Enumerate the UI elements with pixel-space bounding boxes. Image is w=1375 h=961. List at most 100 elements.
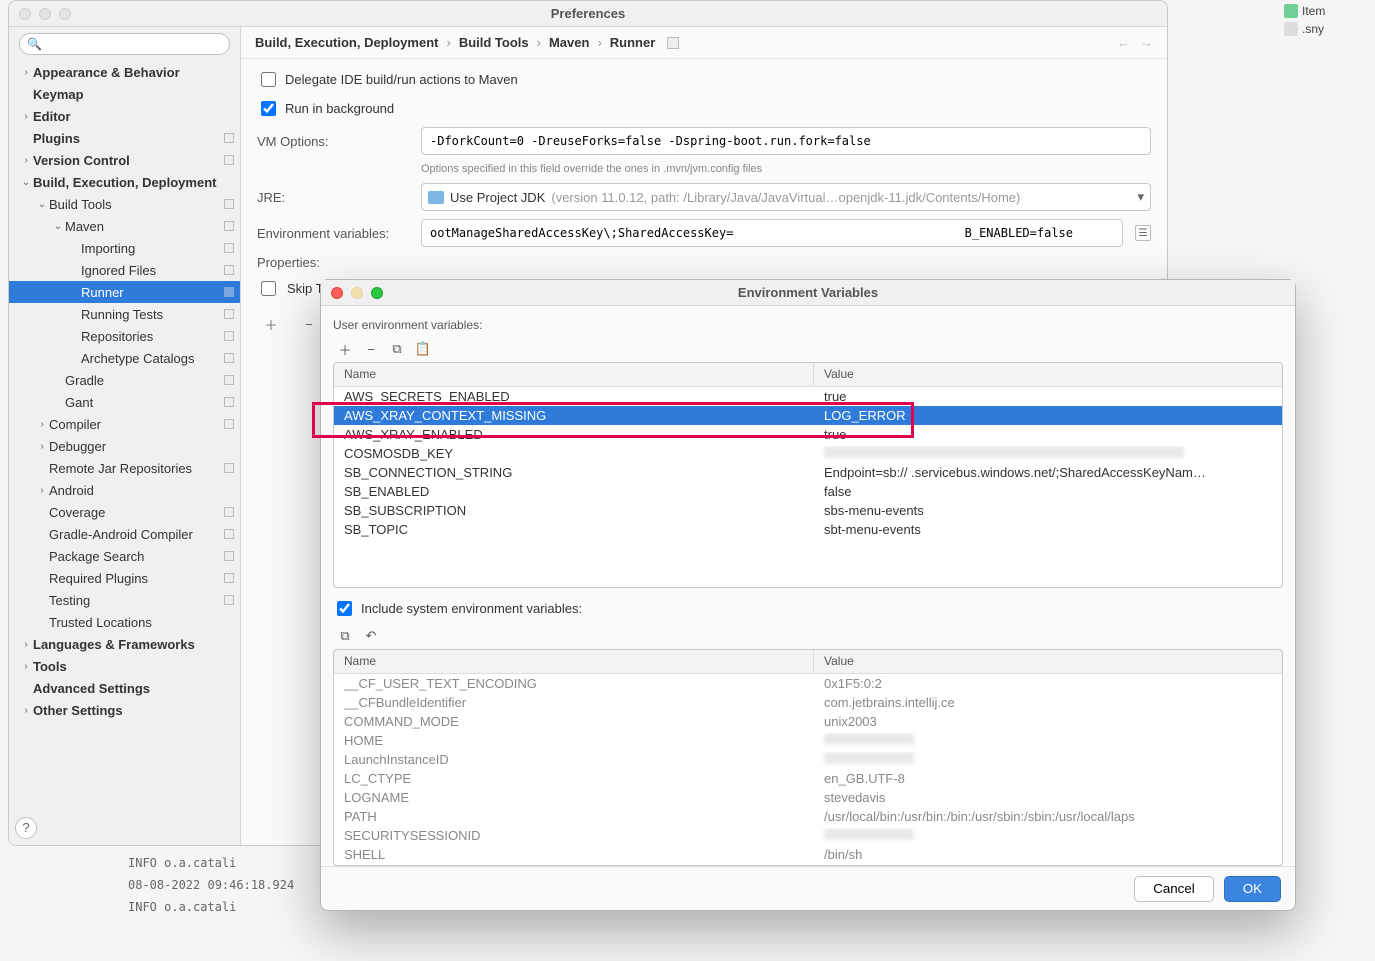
- jre-select[interactable]: Use Project JDK (version 11.0.12, path: …: [421, 183, 1151, 211]
- table-row[interactable]: SB_TOPICsbt-menu-events: [334, 520, 1282, 539]
- tree-item[interactable]: Ignored Files: [9, 259, 240, 281]
- tree-label: Debugger: [49, 439, 234, 454]
- table-row[interactable]: SECURITYSESSIONID: [334, 826, 1282, 845]
- table-row[interactable]: __CF_USER_TEXT_ENCODING0x1F5:0:2: [334, 674, 1282, 693]
- ok-button[interactable]: OK: [1224, 876, 1281, 902]
- env-title: Environment Variables: [321, 285, 1295, 300]
- var-name-cell: AWS_XRAY_CONTEXT_MISSING: [334, 408, 814, 423]
- table-row[interactable]: LOGNAMEstevedavis: [334, 788, 1282, 807]
- include-sys-checkbox[interactable]: [337, 601, 352, 616]
- var-value-cell: true: [814, 389, 1282, 404]
- tree-item[interactable]: ›Languages & Frameworks: [9, 633, 240, 655]
- vmoptions-label: VM Options:: [257, 134, 413, 149]
- add-property-button[interactable]: ＋: [257, 313, 285, 335]
- table-row[interactable]: COMMAND_MODEunix2003: [334, 712, 1282, 731]
- table-row[interactable]: SB_ENABLEDfalse: [334, 482, 1282, 501]
- tree-item[interactable]: Archetype Catalogs: [9, 347, 240, 369]
- tree-item[interactable]: Required Plugins: [9, 567, 240, 589]
- var-name-cell: SB_TOPIC: [334, 522, 814, 537]
- help-button[interactable]: ?: [15, 817, 37, 839]
- user-vars-table[interactable]: Name Value AWS_SECRETS_ENABLEDtrueAWS_XR…: [333, 362, 1283, 588]
- table-row[interactable]: LaunchInstanceID: [334, 750, 1282, 769]
- col-value[interactable]: Value: [814, 363, 1282, 386]
- tree-item[interactable]: ⌄Maven: [9, 215, 240, 237]
- tree-item[interactable]: Gant: [9, 391, 240, 413]
- table-row[interactable]: SB_CONNECTION_STRINGEndpoint=sb:// .serv…: [334, 463, 1282, 482]
- chevron-icon: ›: [19, 705, 33, 716]
- tree-item[interactable]: ›Editor: [9, 105, 240, 127]
- delegate-checkbox[interactable]: [261, 72, 276, 87]
- chevron-down-icon: ▾: [1137, 189, 1144, 205]
- nav-back-icon[interactable]: ←: [1117, 35, 1130, 50]
- tree-item[interactable]: Package Search: [9, 545, 240, 567]
- copy-button[interactable]: ⧉: [387, 340, 407, 358]
- col-name[interactable]: Name: [334, 650, 814, 673]
- table-row[interactable]: LC_CTYPEen_GB.UTF-8: [334, 769, 1282, 788]
- breadcrumb-item[interactable]: Maven: [549, 35, 589, 50]
- skip-tests-checkbox[interactable]: [261, 281, 276, 296]
- table-row[interactable]: COSMOSDB_KEY: [334, 444, 1282, 463]
- tree-item[interactable]: Importing: [9, 237, 240, 259]
- project-settings-icon: [224, 419, 234, 429]
- sys-vars-table[interactable]: Name Value __CF_USER_TEXT_ENCODING0x1F5:…: [333, 649, 1283, 866]
- tree-item[interactable]: Advanced Settings: [9, 677, 240, 699]
- envvar-input[interactable]: [421, 219, 1123, 247]
- vmoptions-input[interactable]: [421, 127, 1151, 155]
- tree-item[interactable]: ›Other Settings: [9, 699, 240, 721]
- tree-item[interactable]: Keymap: [9, 83, 240, 105]
- table-row[interactable]: SHELL/bin/sh: [334, 845, 1282, 864]
- tree-item[interactable]: Coverage: [9, 501, 240, 523]
- table-row[interactable]: AWS_XRAY_ENABLEDtrue: [334, 425, 1282, 444]
- paste-button[interactable]: 📋: [413, 340, 433, 358]
- run-background-checkbox[interactable]: [261, 101, 276, 116]
- table-row[interactable]: AWS_XRAY_CONTEXT_MISSINGLOG_ERROR: [334, 406, 1282, 425]
- tree-item[interactable]: Remote Jar Repositories: [9, 457, 240, 479]
- breadcrumb-item[interactable]: Build Tools: [459, 35, 529, 50]
- right-panel-item[interactable]: .sny: [1284, 22, 1371, 36]
- tree-item[interactable]: Testing: [9, 589, 240, 611]
- expand-env-icon[interactable]: ☰: [1135, 225, 1151, 241]
- tree-item[interactable]: Plugins: [9, 127, 240, 149]
- undo-button[interactable]: ↶: [361, 627, 381, 645]
- nav-forward-icon[interactable]: →: [1140, 35, 1153, 50]
- tree-item[interactable]: ⌄Build Tools: [9, 193, 240, 215]
- jre-detail: (version 11.0.12, path: /Library/Java/Ja…: [551, 190, 1020, 205]
- project-settings-icon: [224, 463, 234, 473]
- tree-item[interactable]: ⌄Build, Execution, Deployment: [9, 171, 240, 193]
- breadcrumb-item[interactable]: Build, Execution, Deployment: [255, 35, 438, 50]
- tree-item[interactable]: Gradle-Android Compiler: [9, 523, 240, 545]
- table-row[interactable]: SB_SUBSCRIPTIONsbs-menu-events: [334, 501, 1282, 520]
- tree-item[interactable]: ›Tools: [9, 655, 240, 677]
- right-panel-item[interactable]: Item: [1284, 4, 1371, 18]
- tree-item[interactable]: ›Version Control: [9, 149, 240, 171]
- tree-item[interactable]: Trusted Locations: [9, 611, 240, 633]
- add-button[interactable]: ＋: [335, 340, 355, 358]
- copy-button[interactable]: ⧉: [335, 627, 355, 645]
- remove-property-button[interactable]: −: [295, 313, 323, 335]
- table-row[interactable]: __CFBundleIdentifiercom.jetbrains.intell…: [334, 693, 1282, 712]
- tree-item[interactable]: Runner: [9, 281, 240, 303]
- tree-item[interactable]: Repositories: [9, 325, 240, 347]
- chevron-right-icon: ›: [446, 35, 450, 50]
- remove-button[interactable]: −: [361, 340, 381, 358]
- col-value[interactable]: Value: [814, 650, 1282, 673]
- tree-item[interactable]: ›Appearance & Behavior: [9, 61, 240, 83]
- tree-item[interactable]: ›Compiler: [9, 413, 240, 435]
- table-row[interactable]: HOME: [334, 731, 1282, 750]
- table-row[interactable]: AWS_SECRETS_ENABLEDtrue: [334, 387, 1282, 406]
- col-name[interactable]: Name: [334, 363, 814, 386]
- pref-tree[interactable]: ›Appearance & Behavior Keymap ›EditorPlugi…: [9, 61, 240, 811]
- tree-item[interactable]: Gradle: [9, 369, 240, 391]
- var-name-cell: LC_CTYPE: [334, 771, 814, 786]
- tree-item[interactable]: ›Debugger: [9, 435, 240, 457]
- jre-label: JRE:: [257, 190, 413, 205]
- sidebar-search-input[interactable]: [19, 33, 230, 55]
- cancel-button[interactable]: Cancel: [1134, 876, 1214, 902]
- table-row[interactable]: SSH_AUTH_SOCK/private/tmp/com.apple.laun…: [334, 864, 1282, 865]
- tree-item[interactable]: ›Android: [9, 479, 240, 501]
- tree-label: Version Control: [33, 153, 220, 168]
- table-row[interactable]: PATH/usr/local/bin:/usr/bin:/bin:/usr/sb…: [334, 807, 1282, 826]
- chevron-right-icon: ›: [597, 35, 601, 50]
- tree-label: Keymap: [33, 87, 234, 102]
- tree-item[interactable]: Running Tests: [9, 303, 240, 325]
